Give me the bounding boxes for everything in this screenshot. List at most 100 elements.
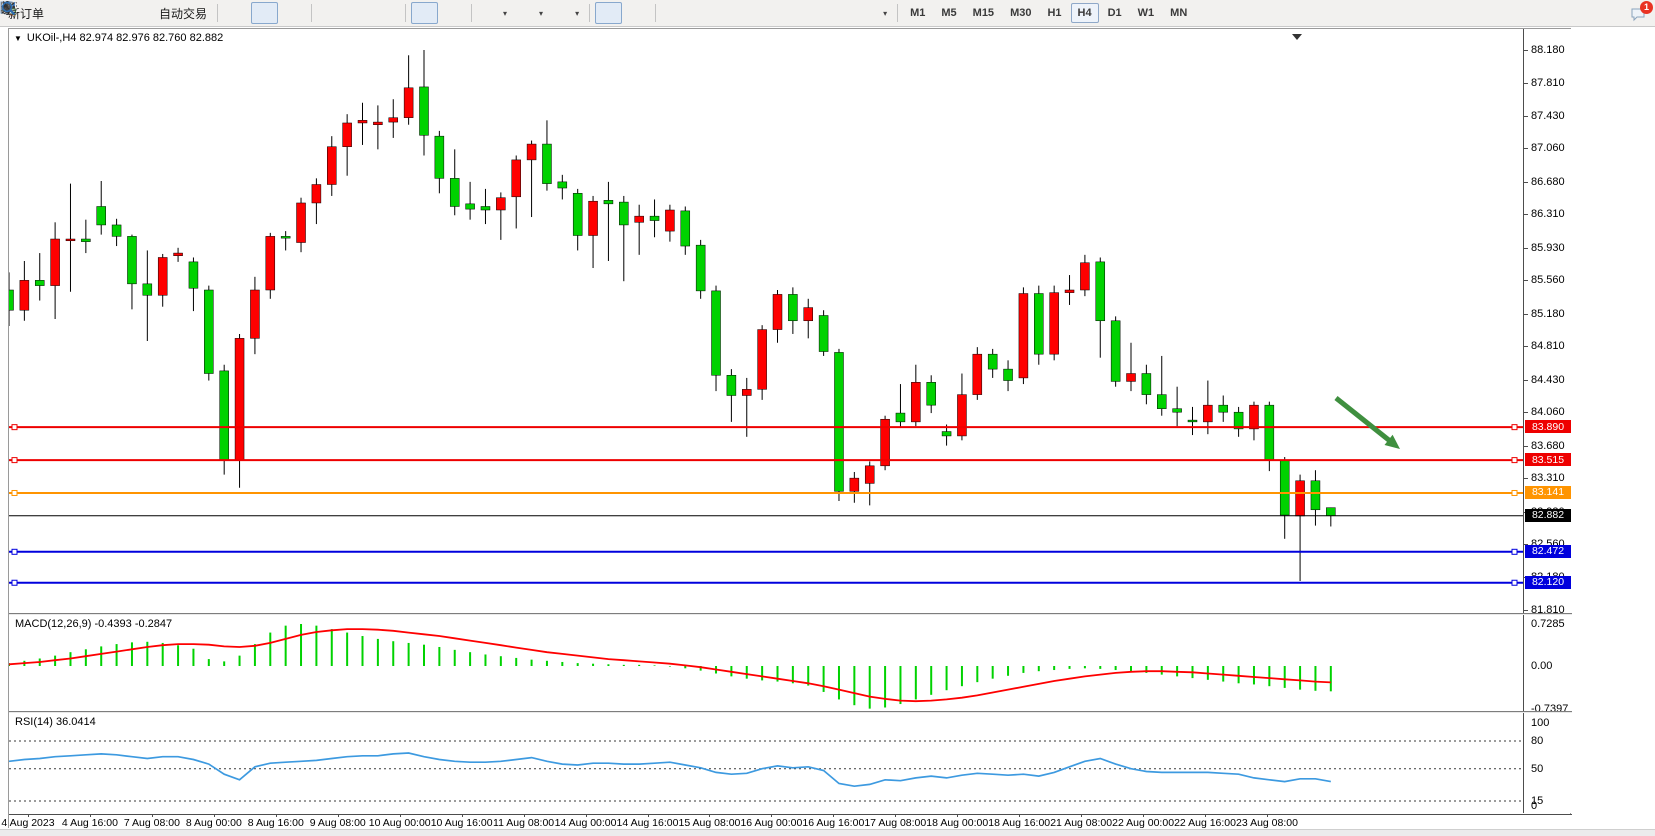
time-tick-label: 14 Aug 16:00 — [617, 817, 679, 829]
tile-windows-button[interactable] — [373, 2, 400, 24]
timeframe-m30[interactable]: M30 — [1003, 3, 1038, 23]
trendline-button[interactable] — [717, 2, 744, 24]
symbol-ohlc-text: UKOil-,H4 82.974 82.976 82.760 82.882 — [27, 32, 223, 44]
data-window-icon — [83, 5, 100, 22]
window-bottom-edge — [0, 829, 1655, 836]
panel-separator[interactable] — [9, 711, 1572, 713]
horizontal-level-line[interactable] — [9, 580, 1523, 585]
time-tick-label: 21 Aug 08:00 — [1050, 817, 1112, 829]
rsi-panel-chart[interactable] — [9, 713, 1523, 812]
dropdown-arrow-icon: ▾ — [575, 9, 579, 18]
price-level-badge: 82.472 — [1525, 545, 1571, 558]
price-tick-label: 84.060 — [1531, 406, 1565, 418]
vertical-line-icon — [666, 5, 683, 22]
time-tick-label: 16 Aug 16:00 — [802, 817, 864, 829]
vertical-line-button[interactable] — [661, 2, 688, 24]
bar-chart-button[interactable] — [223, 2, 250, 24]
zoom-out-icon — [350, 5, 367, 22]
horizontal-level-line[interactable] — [9, 549, 1523, 554]
indicators-button[interactable]: ▾ — [477, 2, 512, 24]
symbol-info-bar: ▼ UKOil-,H4 82.974 82.976 82.760 82.882 — [14, 32, 223, 44]
templates-button[interactable]: ▾ — [549, 2, 584, 24]
timeframe-h4[interactable]: H4 — [1071, 3, 1099, 23]
timeframe-m15[interactable]: M15 — [966, 3, 1001, 23]
price-axis[interactable]: 88.18087.81087.43087.06086.68086.31085.9… — [1523, 29, 1571, 813]
periods-button[interactable]: ▾ — [513, 2, 548, 24]
timeframe-m1[interactable]: M1 — [903, 3, 932, 23]
time-tick-label: 8 Aug 16:00 — [248, 817, 304, 829]
zoom-in-icon — [322, 5, 339, 22]
bar-chart-icon — [228, 5, 245, 22]
time-axis[interactable]: 4 Aug 20234 Aug 16:007 Aug 08:008 Aug 00… — [9, 814, 1572, 828]
macd-signal-line — [9, 629, 1331, 701]
data-window-button[interactable] — [78, 2, 105, 24]
dropdown-arrow-icon: ▾ — [539, 9, 543, 18]
time-tick-label: 4 Aug 16:00 — [62, 817, 118, 829]
navigator-button[interactable] — [106, 2, 133, 24]
search-button[interactable] — [1597, 2, 1624, 24]
horizontal-line-button[interactable] — [689, 2, 716, 24]
price-tick-label: 85.930 — [1531, 242, 1565, 254]
arrow-annotation[interactable] — [1336, 398, 1400, 449]
main-price-chart[interactable] — [9, 29, 1523, 614]
macd-axis-zero: 0.00 — [1531, 660, 1552, 672]
horizontal-line-icon — [694, 5, 711, 22]
auto-scroll-icon — [416, 5, 433, 22]
macd-axis-max: 0.7285 — [1531, 618, 1565, 630]
market-watch-icon — [55, 5, 72, 22]
price-tick-label: 88.180 — [1531, 44, 1565, 56]
timeframe-h1[interactable]: H1 — [1040, 3, 1068, 23]
auto-scroll-button[interactable] — [411, 2, 438, 24]
time-tick-label: 16 Aug 00:00 — [740, 817, 802, 829]
zoom-out-button[interactable] — [345, 2, 372, 24]
price-tick-label: 87.810 — [1531, 77, 1565, 89]
chart-shift-button[interactable] — [439, 2, 466, 24]
dropdown-arrow-icon: ▾ — [883, 9, 887, 18]
timeframe-m5[interactable]: M5 — [934, 3, 963, 23]
symbol-dropdown-icon[interactable]: ▼ — [14, 34, 22, 43]
arrows-button[interactable]: ▾ — [857, 2, 892, 24]
toolbar-separator — [655, 4, 656, 22]
autotrade-button[interactable]: 自动交易 — [134, 2, 212, 24]
price-tick-mark — [1524, 280, 1528, 281]
arrows-icon — [862, 5, 879, 22]
macd-panel-chart[interactable] — [9, 615, 1523, 711]
time-tick-label: 14 Aug 00:00 — [555, 817, 617, 829]
search-icon — [1602, 5, 1619, 22]
timeframe-group: M1M5M15M30H1H4D1W1MN — [903, 3, 1194, 23]
timeframe-mn[interactable]: MN — [1163, 3, 1194, 23]
notification-badge: 1 — [1640, 1, 1653, 14]
panel-separator[interactable] — [9, 613, 1572, 615]
line-chart-button[interactable] — [279, 2, 306, 24]
toolbar-separator — [897, 4, 898, 22]
crosshair-icon — [628, 5, 645, 22]
timeframe-d1[interactable]: D1 — [1101, 3, 1129, 23]
navigator-icon — [111, 5, 128, 22]
toolbar-separator — [471, 4, 472, 22]
price-level-badge: 83.141 — [1525, 486, 1571, 499]
dropdown-arrow-icon: ▾ — [503, 9, 507, 18]
price-tick-mark — [1524, 248, 1528, 249]
time-tick-label: 18 Aug 00:00 — [926, 817, 988, 829]
candlestick-chart-button[interactable] — [251, 2, 278, 24]
price-tick-label: 86.310 — [1531, 208, 1565, 220]
timeframe-w1[interactable]: W1 — [1131, 3, 1162, 23]
price-tick-mark — [1524, 116, 1528, 117]
price-tick-mark — [1524, 478, 1528, 479]
indicators-icon — [482, 5, 499, 22]
chat-button[interactable]: 1 — [1625, 2, 1652, 24]
zoom-in-button[interactable] — [317, 2, 344, 24]
text-button[interactable]: A — [801, 2, 828, 24]
fibonacci-button[interactable]: F — [773, 2, 800, 24]
market-watch-button[interactable] — [50, 2, 77, 24]
price-tick-mark — [1524, 50, 1528, 51]
price-level-badge: 83.515 — [1525, 453, 1571, 466]
autotrade-icon — [139, 5, 156, 22]
cursor-button[interactable] — [595, 2, 622, 24]
rsi-axis-label: 50 — [1531, 763, 1543, 775]
text-label-button[interactable]: T — [829, 2, 856, 24]
crosshair-button[interactable] — [623, 2, 650, 24]
equidistant-channel-button[interactable]: E — [745, 2, 772, 24]
price-tick-mark — [1524, 214, 1528, 215]
time-tick-label: 22 Aug 00:00 — [1112, 817, 1174, 829]
